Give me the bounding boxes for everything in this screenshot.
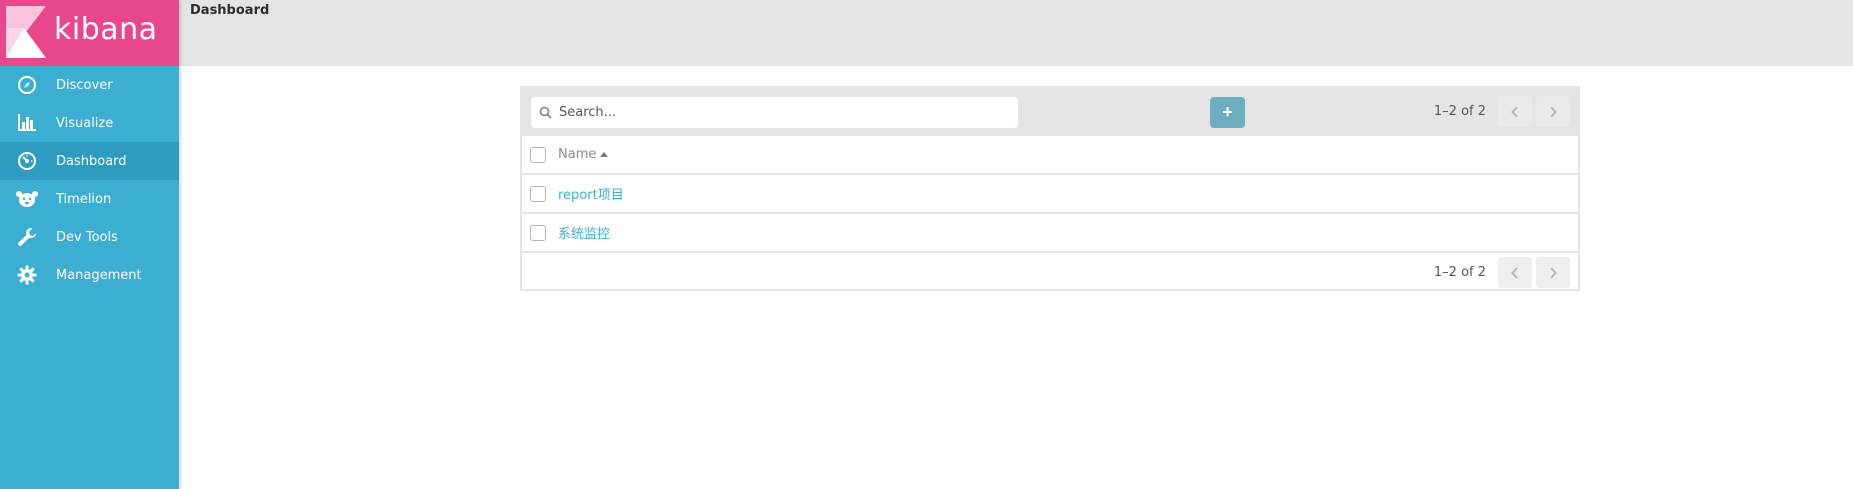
bar-chart-icon [0, 114, 56, 132]
sidebar-item-management[interactable]: Management [0, 256, 179, 294]
top-pager: 1–2 of 2 [1434, 96, 1570, 127]
search-input[interactable] [559, 97, 1018, 128]
name-column-label: Name [558, 147, 597, 162]
page-title: Dashboard [190, 3, 270, 18]
table-row: report项目 [522, 175, 1578, 214]
bottom-pager: 1–2 of 2 [1434, 257, 1570, 288]
list-toolbar: + 1–2 of 2 [522, 88, 1578, 136]
wrench-icon [0, 227, 56, 247]
timelion-bear-icon [0, 190, 56, 208]
search-box [531, 97, 1018, 128]
sidebar-item-label: Visualize [56, 115, 114, 131]
sidebar-item-label: Management [56, 267, 142, 283]
table-footer: 1–2 of 2 [522, 253, 1578, 291]
dashboard-gauge-icon [0, 151, 56, 171]
sidebar-item-label: Timelion [56, 191, 112, 207]
pager-count: 1–2 of 2 [1433, 265, 1486, 280]
dashboard-link[interactable]: 系统监控 [558, 223, 610, 242]
sidebar-item-dev-tools[interactable]: Dev Tools [0, 218, 179, 256]
logo-text: kibana [54, 12, 158, 47]
kibana-logo-icon [6, 6, 46, 58]
sidebar-item-discover[interactable]: Discover [0, 66, 179, 104]
sidebar: kibana Discover Visualize Dashboard Time… [0, 0, 179, 489]
next-page-button[interactable] [1536, 257, 1570, 288]
top-bar: Dashboard [179, 0, 1853, 66]
gear-icon [0, 265, 56, 285]
sort-ascending-icon [600, 152, 609, 157]
sidebar-nav: Discover Visualize Dashboard Timelion De… [0, 66, 179, 294]
sidebar-item-dashboard[interactable]: Dashboard [0, 142, 179, 180]
sidebar-item-label: Discover [56, 77, 113, 93]
sidebar-item-visualize[interactable]: Visualize [0, 104, 179, 142]
previous-page-button[interactable] [1498, 257, 1532, 288]
row-checkbox[interactable] [530, 185, 546, 202]
chevron-left-icon [1511, 266, 1518, 279]
chevron-right-icon [1550, 105, 1557, 118]
select-all-checkbox[interactable] [530, 146, 546, 163]
previous-page-button[interactable] [1498, 96, 1532, 127]
next-page-button[interactable] [1536, 96, 1570, 127]
chevron-left-icon [1511, 105, 1518, 118]
dashboard-link[interactable]: report项目 [558, 184, 624, 203]
add-dashboard-button[interactable]: + [1210, 97, 1245, 128]
plus-icon: + [1222, 102, 1233, 122]
sidebar-item-timelion[interactable]: Timelion [0, 180, 179, 218]
pager-count: 1–2 of 2 [1433, 104, 1486, 119]
kibana-logo[interactable]: kibana [0, 0, 179, 66]
row-checkbox[interactable] [530, 224, 546, 241]
sidebar-item-label: Dev Tools [56, 229, 118, 245]
table-row: 系统监控 [522, 214, 1578, 253]
sidebar-item-label: Dashboard [56, 153, 127, 169]
table-header-row: Name [522, 136, 1578, 175]
name-column-header[interactable]: Name [558, 147, 609, 162]
chevron-right-icon [1550, 266, 1557, 279]
search-icon [531, 106, 559, 119]
kibana-app: kibana Discover Visualize Dashboard Time… [0, 0, 1853, 489]
compass-icon [0, 75, 56, 95]
dashboard-list-panel: + 1–2 of 2 Name report项目 [520, 86, 1580, 291]
